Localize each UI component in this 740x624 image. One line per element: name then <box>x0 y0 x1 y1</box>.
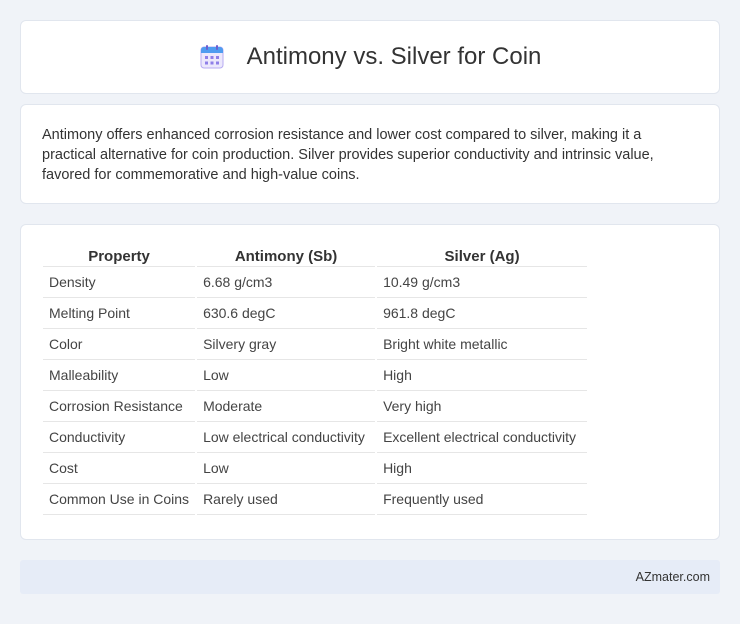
cell-silver: Bright white metallic <box>377 329 588 360</box>
cell-silver: 10.49 g/cm3 <box>377 267 588 298</box>
header-antimony: Antimony (Sb) <box>197 245 376 267</box>
cell-silver: High <box>377 360 588 391</box>
table-header-row: Property Antimony (Sb) Silver (Ag) <box>43 245 588 267</box>
cell-antimony: Silvery gray <box>197 329 376 360</box>
cell-antimony: Low <box>197 453 376 484</box>
header-property: Property <box>43 245 196 267</box>
cell-silver: Excellent electrical conductivity <box>377 422 588 453</box>
cell-antimony: Low <box>197 360 376 391</box>
cell-property: Corrosion Resistance <box>43 391 196 422</box>
table-row: Melting Point 630.6 degC 961.8 degC <box>43 298 588 329</box>
title-card: Antimony vs. Silver for Coin <box>20 20 720 94</box>
page-title: Antimony vs. Silver for Coin <box>246 43 542 70</box>
table-card: Property Antimony (Sb) Silver (Ag) Densi… <box>20 224 720 540</box>
calendar-icon <box>199 44 225 70</box>
summary-card: Antimony offers enhanced corrosion resis… <box>20 104 720 204</box>
cell-antimony: Rarely used <box>197 484 376 515</box>
cell-antimony: Moderate <box>197 391 376 422</box>
table-row: Cost Low High <box>43 453 588 484</box>
cell-property: Density <box>43 267 196 298</box>
title-wrap: Antimony vs. Silver for Coin <box>199 43 542 71</box>
cell-property: Malleability <box>43 360 196 391</box>
cell-silver: Very high <box>377 391 588 422</box>
footer-brand[interactable]: AZmater.com <box>636 570 710 584</box>
cell-property: Common Use in Coins <box>43 484 196 515</box>
cell-property: Cost <box>43 453 196 484</box>
comparison-table: Property Antimony (Sb) Silver (Ag) Densi… <box>41 245 589 515</box>
header-silver: Silver (Ag) <box>377 245 588 267</box>
cell-silver: High <box>377 453 588 484</box>
cell-property: Conductivity <box>43 422 196 453</box>
cell-antimony: 6.68 g/cm3 <box>197 267 376 298</box>
table-row: Corrosion Resistance Moderate Very high <box>43 391 588 422</box>
cell-property: Melting Point <box>43 298 196 329</box>
cell-antimony: Low electrical conductivity <box>197 422 376 453</box>
table-row: Malleability Low High <box>43 360 588 391</box>
table-row: Common Use in Coins Rarely used Frequent… <box>43 484 588 515</box>
footer-bar: AZmater.com <box>20 560 720 594</box>
cell-antimony: 630.6 degC <box>197 298 376 329</box>
table-row: Color Silvery gray Bright white metallic <box>43 329 588 360</box>
cell-silver: 961.8 degC <box>377 298 588 329</box>
cell-property: Color <box>43 329 196 360</box>
summary-text: Antimony offers enhanced corrosion resis… <box>42 127 654 183</box>
table-row: Density 6.68 g/cm3 10.49 g/cm3 <box>43 267 588 298</box>
table-row: Conductivity Low electrical conductivity… <box>43 422 588 453</box>
cell-silver: Frequently used <box>377 484 588 515</box>
